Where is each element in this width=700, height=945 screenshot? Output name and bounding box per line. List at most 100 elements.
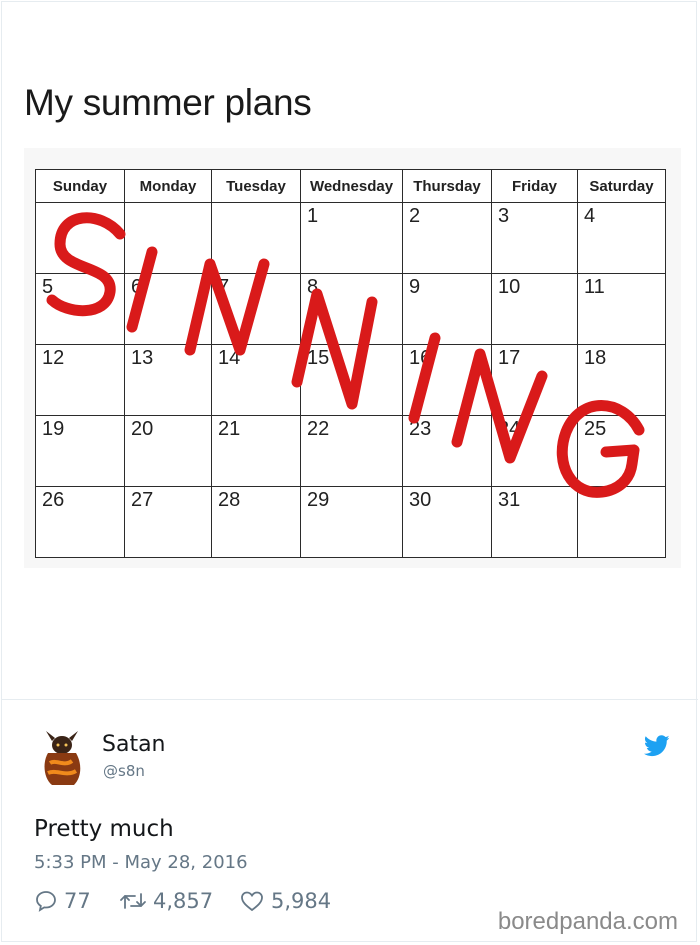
calendar-cell: 1 (300, 202, 403, 274)
date-number: 23 (409, 418, 432, 440)
day-header: Sunday (35, 169, 125, 203)
date-number: 16 (409, 347, 432, 369)
calendar-cell: 12 (35, 344, 125, 416)
date-number: 7 (218, 276, 230, 298)
like-count: 5,984 (271, 889, 332, 913)
calendar-cell: 25 (577, 415, 666, 487)
calendar-cell: 5 (35, 273, 125, 345)
date-number (578, 487, 665, 489)
calendar-cell: 3 (491, 202, 578, 274)
day-header: Wednesday (300, 169, 403, 203)
reply-button[interactable]: 77 (34, 889, 91, 913)
retweet-icon (120, 893, 146, 909)
calendar-table: Sunday Monday Tuesday Wednesday Thursday… (35, 169, 666, 558)
retweet-button[interactable]: 4,857 (119, 889, 213, 913)
calendar-cell (577, 486, 666, 558)
date-number: 31 (498, 489, 521, 511)
calendar-cell: 30 (402, 486, 492, 558)
calendar-cell: 2 (402, 202, 492, 274)
calendar-cell: 8 (300, 273, 403, 345)
calendar-cell: 21 (211, 415, 301, 487)
date-number: 6 (131, 276, 143, 298)
date-number: 17 (498, 347, 521, 369)
calendar-cell: 29 (300, 486, 403, 558)
calendar-cell (124, 202, 212, 274)
heart-icon (241, 891, 263, 912)
day-header: Tuesday (211, 169, 301, 203)
date-number (125, 203, 211, 205)
tweet-timestamp[interactable]: 5:33 PM - May 28, 2016 (34, 852, 248, 873)
date-number (36, 203, 124, 205)
reply-icon (36, 891, 56, 912)
date-number: 18 (584, 347, 607, 369)
meme-image: My summer plans Sunday Monday Tuesday We… (2, 2, 698, 700)
calendar-week-row: 19 20 21 22 23 24 25 (35, 415, 666, 487)
calendar-cell: 17 (491, 344, 578, 416)
calendar-cell: 15 (300, 344, 403, 416)
day-header: Monday (124, 169, 212, 203)
calendar-cell: 19 (35, 415, 125, 487)
calendar-cell: 13 (124, 344, 212, 416)
calendar-cell: 6 (124, 273, 212, 345)
meme-title: My summer plans (24, 82, 312, 123)
avatar[interactable] (38, 729, 86, 789)
date-number: 10 (498, 276, 521, 298)
date-number: 27 (131, 489, 154, 511)
watermark: boredpanda.com (497, 908, 678, 935)
calendar-cell: 18 (577, 344, 666, 416)
date-number: 21 (218, 418, 241, 440)
date-number: 9 (409, 276, 421, 298)
date-number: 22 (307, 418, 330, 440)
calendar-cell: 22 (300, 415, 403, 487)
calendar-cell: 9 (402, 273, 492, 345)
retweet-count: 4,857 (153, 889, 214, 913)
calendar-cell (211, 202, 301, 274)
date-number: 28 (218, 489, 241, 511)
calendar-week-row: 26 27 28 29 30 31 (35, 486, 666, 558)
date-number: 25 (584, 418, 607, 440)
calendar-cell: 16 (402, 344, 492, 416)
date-number: 14 (218, 347, 241, 369)
calendar-cell: 26 (35, 486, 125, 558)
calendar-cell: 31 (491, 486, 578, 558)
reply-count: 77 (64, 889, 91, 913)
tweet-text: Pretty much (34, 816, 174, 842)
calendar-cell: 14 (211, 344, 301, 416)
date-number: 26 (42, 489, 65, 511)
calendar-week-row: 5 6 7 8 9 10 11 (35, 273, 666, 345)
date-number: 30 (409, 489, 432, 511)
tweet-card: My summer plans Sunday Monday Tuesday We… (1, 1, 698, 942)
calendar-week-row: 1 2 3 4 (35, 202, 666, 274)
calendar-cell: 4 (577, 202, 666, 274)
twitter-bird-icon[interactable] (644, 735, 670, 757)
date-number: 5 (42, 276, 54, 298)
date-number: 2 (409, 205, 421, 227)
date-number: 3 (498, 205, 510, 227)
calendar-header-row: Sunday Monday Tuesday Wednesday Thursday… (35, 169, 666, 203)
calendar-cell: 23 (402, 415, 492, 487)
date-number: 1 (307, 205, 319, 227)
date-number: 29 (307, 489, 330, 511)
date-number: 15 (307, 347, 330, 369)
date-number: 13 (131, 347, 154, 369)
date-number: 19 (42, 418, 65, 440)
author-handle[interactable]: @s8n (103, 762, 145, 780)
calendar-cell: 10 (491, 273, 578, 345)
calendar-cell: 7 (211, 273, 301, 345)
date-number (212, 203, 300, 205)
calendar-cell: 11 (577, 273, 666, 345)
date-number: 8 (307, 276, 319, 298)
day-header: Thursday (402, 169, 492, 203)
date-number: 12 (42, 347, 65, 369)
date-number: 20 (131, 418, 154, 440)
author-name[interactable]: Satan (102, 732, 166, 757)
calendar-cell: 20 (124, 415, 212, 487)
calendar-week-row: 12 13 14 15 16 17 18 (35, 344, 666, 416)
like-button[interactable]: 5,984 (239, 889, 331, 913)
calendar-cell: 28 (211, 486, 301, 558)
calendar-cell: 27 (124, 486, 212, 558)
day-header: Saturday (577, 169, 666, 203)
day-header: Friday (491, 169, 578, 203)
date-number: 11 (584, 276, 605, 298)
calendar-cell: 24 (491, 415, 578, 487)
